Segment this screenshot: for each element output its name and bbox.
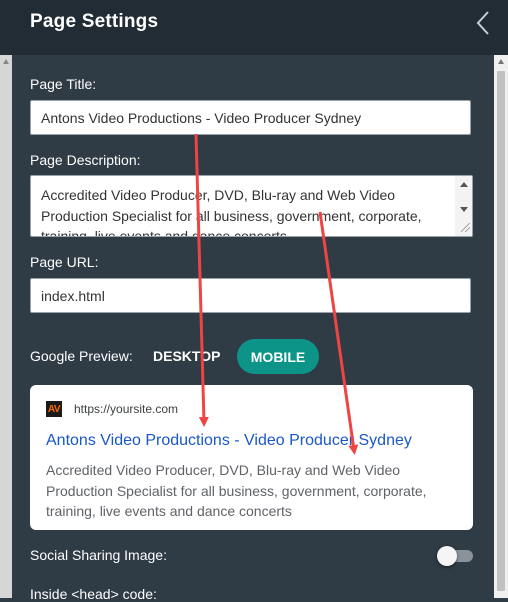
chevron-left-icon[interactable] bbox=[472, 9, 496, 39]
head-code-label: Inside <head> code: bbox=[30, 586, 157, 602]
panel-header: Page Settings bbox=[0, 0, 508, 55]
textarea-scrollbar[interactable] bbox=[455, 176, 472, 236]
preview-title: Antons Video Productions - Video Produce… bbox=[46, 432, 412, 449]
page-title-label: Page Title: bbox=[30, 76, 97, 92]
page-description-label: Page Description: bbox=[30, 152, 141, 168]
scroll-down-arrow-icon[interactable] bbox=[460, 207, 468, 212]
social-sharing-toggle[interactable] bbox=[437, 546, 473, 566]
google-preview-label: Google Preview: bbox=[30, 348, 133, 364]
preview-description: Accredited Video Producer, DVD, Blu-ray … bbox=[46, 462, 427, 519]
site-favicon-icon: AV bbox=[46, 401, 62, 417]
page-url-input[interactable]: index.html bbox=[30, 278, 471, 313]
page-description-textarea[interactable]: Accredited Video Producer, DVD, Blu-ray … bbox=[30, 175, 473, 237]
right-scrollbar[interactable] bbox=[494, 55, 508, 598]
scroll-up-arrow-icon[interactable] bbox=[498, 59, 504, 64]
page-url-label: Page URL: bbox=[30, 254, 99, 270]
page-url-value: index.html bbox=[41, 287, 105, 304]
page-title: Page Settings bbox=[30, 11, 159, 32]
tab-desktop[interactable]: DESKTOP bbox=[153, 348, 220, 364]
toggle-knob bbox=[437, 546, 457, 566]
social-sharing-label: Social Sharing Image: bbox=[30, 547, 167, 563]
scroll-up-arrow-icon[interactable] bbox=[3, 59, 9, 64]
resize-grip-icon[interactable] bbox=[461, 223, 470, 232]
page-title-input[interactable]: Antons Video Productions - Video Produce… bbox=[30, 100, 471, 135]
scrollbar-thumb[interactable] bbox=[497, 71, 505, 591]
google-preview-card: AV https://yoursite.com Antons Video Pro… bbox=[30, 385, 473, 530]
preview-url: https://yoursite.com bbox=[74, 402, 179, 416]
page-title-value: Antons Video Productions - Video Produce… bbox=[41, 109, 362, 126]
tab-mobile[interactable]: MOBILE bbox=[237, 339, 319, 374]
left-scrollbar[interactable] bbox=[0, 55, 12, 598]
scroll-up-arrow-icon[interactable] bbox=[460, 182, 468, 187]
